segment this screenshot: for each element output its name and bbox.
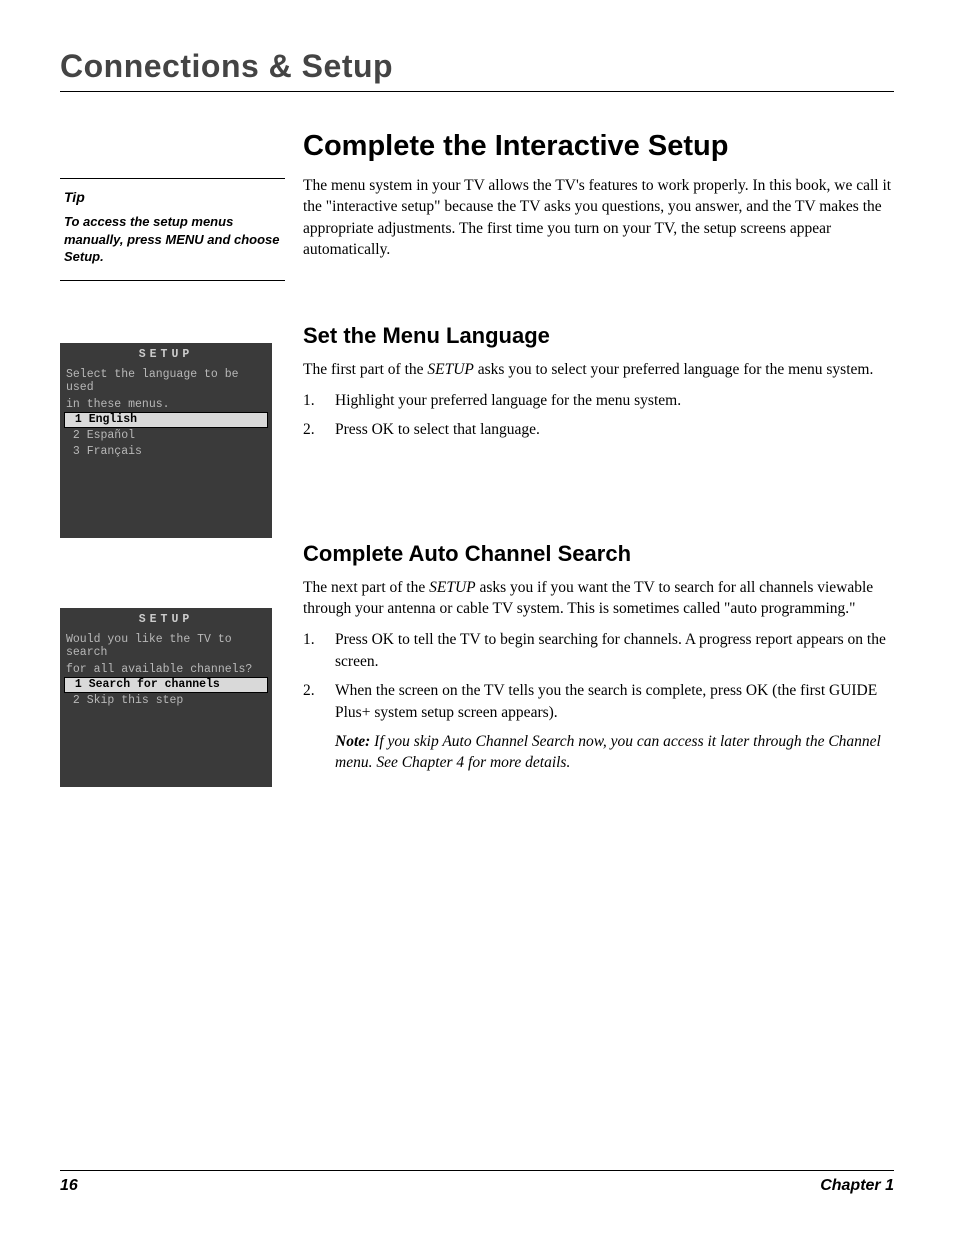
step-number: 2. <box>303 680 315 701</box>
content-columns: Tip To access the setup menus manually, … <box>60 130 894 794</box>
tip-block: Tip To access the setup menus manually, … <box>60 178 285 281</box>
text: The next part of the <box>303 579 429 596</box>
spacer <box>60 460 272 530</box>
spacer <box>60 281 285 343</box>
section-interactive-setup: Complete the Interactive Setup The menu … <box>303 130 894 261</box>
screen-title: SETUP <box>60 608 272 630</box>
sub-heading: Complete Auto Channel Search <box>303 541 894 567</box>
spacer <box>303 281 894 323</box>
text: The first part of the <box>303 361 427 378</box>
chapter-label: Chapter 1 <box>820 1177 894 1195</box>
list-item: 1. Press OK to tell the TV to begin sear… <box>303 629 894 672</box>
screen-option-selected: 1 Search for channels <box>64 677 268 693</box>
footer-row: 16 Chapter 1 <box>60 1177 894 1195</box>
screen-option-selected: 1 English <box>64 412 268 428</box>
list-item: 2. Press OK to select that language. <box>303 419 894 440</box>
left-column: Tip To access the setup menus manually, … <box>60 130 285 794</box>
step-number: 1. <box>303 629 315 650</box>
tip-title: Tip <box>64 189 281 205</box>
step-number: 2. <box>303 419 315 440</box>
intro-paragraph: The menu system in your TV allows the TV… <box>303 175 894 261</box>
setup-em: SETUP <box>427 361 474 378</box>
intro-paragraph: The next part of the SETUP asks you if y… <box>303 577 894 620</box>
step-text: Press OK to select that language. <box>335 421 540 438</box>
header-divider <box>60 91 894 92</box>
note-body: If you skip Auto Channel Search now, you… <box>335 733 881 771</box>
screen-prompt-line: Select the language to be used <box>60 365 272 395</box>
setup-em: SETUP <box>429 579 476 596</box>
screen-option: 2 Skip this step <box>60 693 272 709</box>
list-item: 1. Highlight your preferred language for… <box>303 390 894 411</box>
chapter-title: Connections & Setup <box>60 48 894 85</box>
setup-screen-channel-search: SETUP Would you like the TV to search fo… <box>60 608 272 787</box>
spacer <box>60 538 285 608</box>
page-number: 16 <box>60 1177 78 1195</box>
screen-prompt-line: Would you like the TV to search <box>60 630 272 660</box>
screen-prompt-line: for all available channels? <box>60 660 272 677</box>
step-number: 1. <box>303 390 315 411</box>
screen-option: 3 Français <box>60 444 272 460</box>
list-item: 2. When the screen on the TV tells you t… <box>303 680 894 723</box>
step-list: 1. Highlight your preferred language for… <box>303 390 894 441</box>
spacer <box>60 709 272 779</box>
spacer <box>303 461 894 541</box>
step-list: 1. Press OK to tell the TV to begin sear… <box>303 629 894 723</box>
page-footer: 16 Chapter 1 <box>60 1170 894 1195</box>
right-column: Complete the Interactive Setup The menu … <box>303 130 894 794</box>
step-text: When the screen on the TV tells you the … <box>335 682 877 720</box>
step-text: Press OK to tell the TV to begin searchi… <box>335 631 886 669</box>
step-text: Highlight your preferred language for th… <box>335 392 681 409</box>
section-menu-language: Set the Menu Language The first part of … <box>303 323 894 441</box>
sub-heading: Set the Menu Language <box>303 323 894 349</box>
text: asks you to select your preferred langua… <box>474 361 873 378</box>
setup-screen-language: SETUP Select the language to be used in … <box>60 343 272 538</box>
section-channel-search: Complete Auto Channel Search The next pa… <box>303 541 894 774</box>
screen-title: SETUP <box>60 343 272 365</box>
note: Note: If you skip Auto Channel Search no… <box>303 731 894 774</box>
main-heading: Complete the Interactive Setup <box>303 130 894 163</box>
intro-paragraph: The first part of the SETUP asks you to … <box>303 359 894 380</box>
screen-prompt-line: in these menus. <box>60 395 272 412</box>
footer-divider <box>60 1170 894 1171</box>
note-label: Note: <box>335 733 370 750</box>
screen-option: 2 Español <box>60 428 272 444</box>
tip-body: To access the setup menus manually, pres… <box>64 213 281 266</box>
